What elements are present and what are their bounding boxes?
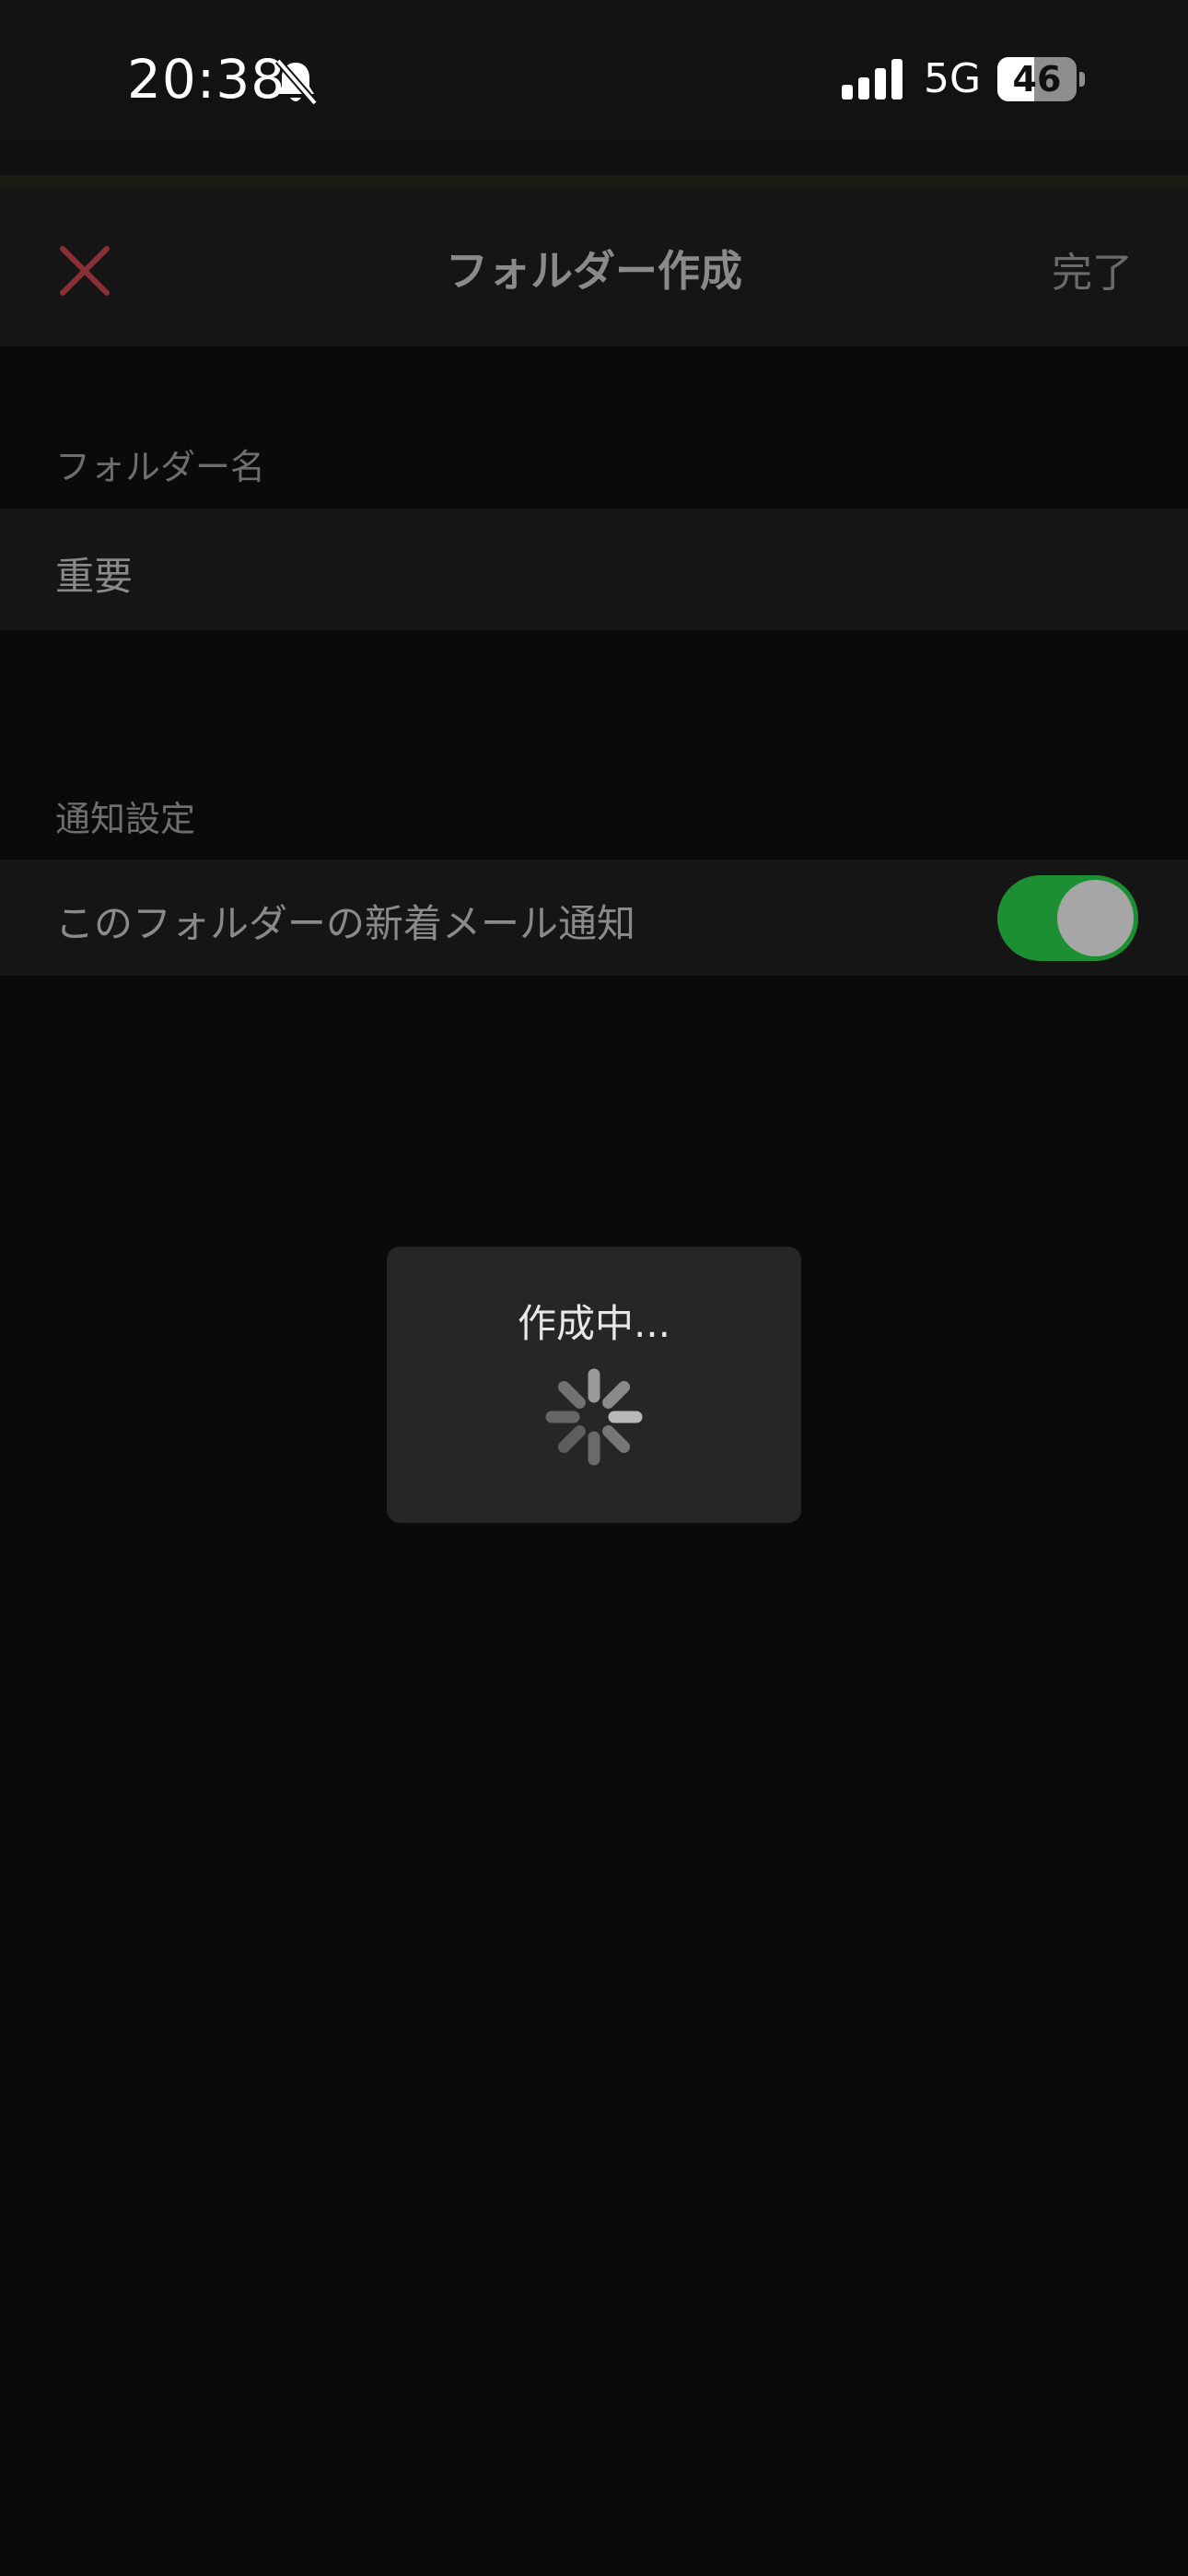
new-mail-notification-toggle[interactable] <box>997 875 1138 961</box>
notification-row: このフォルダーの新着メール通知 <box>0 860 1188 976</box>
toggle-knob <box>1057 880 1134 956</box>
network-type: 5G <box>924 55 982 102</box>
notification-toggle-label: このフォルダーの新着メール通知 <box>55 901 636 946</box>
spinner-spoke <box>602 1425 631 1454</box>
spinner-spoke <box>557 1380 586 1409</box>
spinner-spoke <box>602 1380 631 1409</box>
status-bar: 20:38 5G 46 <box>0 0 1188 190</box>
activity-spinner-icon <box>545 1368 643 1466</box>
progress-hud: 作成中... <box>387 1247 801 1523</box>
battery-icon: 46 <box>997 57 1089 101</box>
nav-bar: フォルダー作成 完了 <box>0 190 1188 346</box>
cellular-signal-icon <box>842 59 903 100</box>
spinner-spoke <box>557 1425 586 1454</box>
battery-level: 46 <box>1012 59 1062 100</box>
status-time: 20:38 <box>127 48 286 111</box>
folder-name-row[interactable]: 重要 <box>0 509 1188 630</box>
notification-section-label: 通知設定 <box>55 799 196 839</box>
progress-text: 作成中... <box>517 1301 671 1346</box>
page-title: フォルダー作成 <box>446 246 742 296</box>
folder-name-section-label: フォルダー名 <box>55 447 266 487</box>
done-button[interactable]: 完了 <box>1052 240 1133 299</box>
bell-slash-icon <box>274 58 319 106</box>
folder-name-field[interactable]: 重要 <box>55 545 133 602</box>
